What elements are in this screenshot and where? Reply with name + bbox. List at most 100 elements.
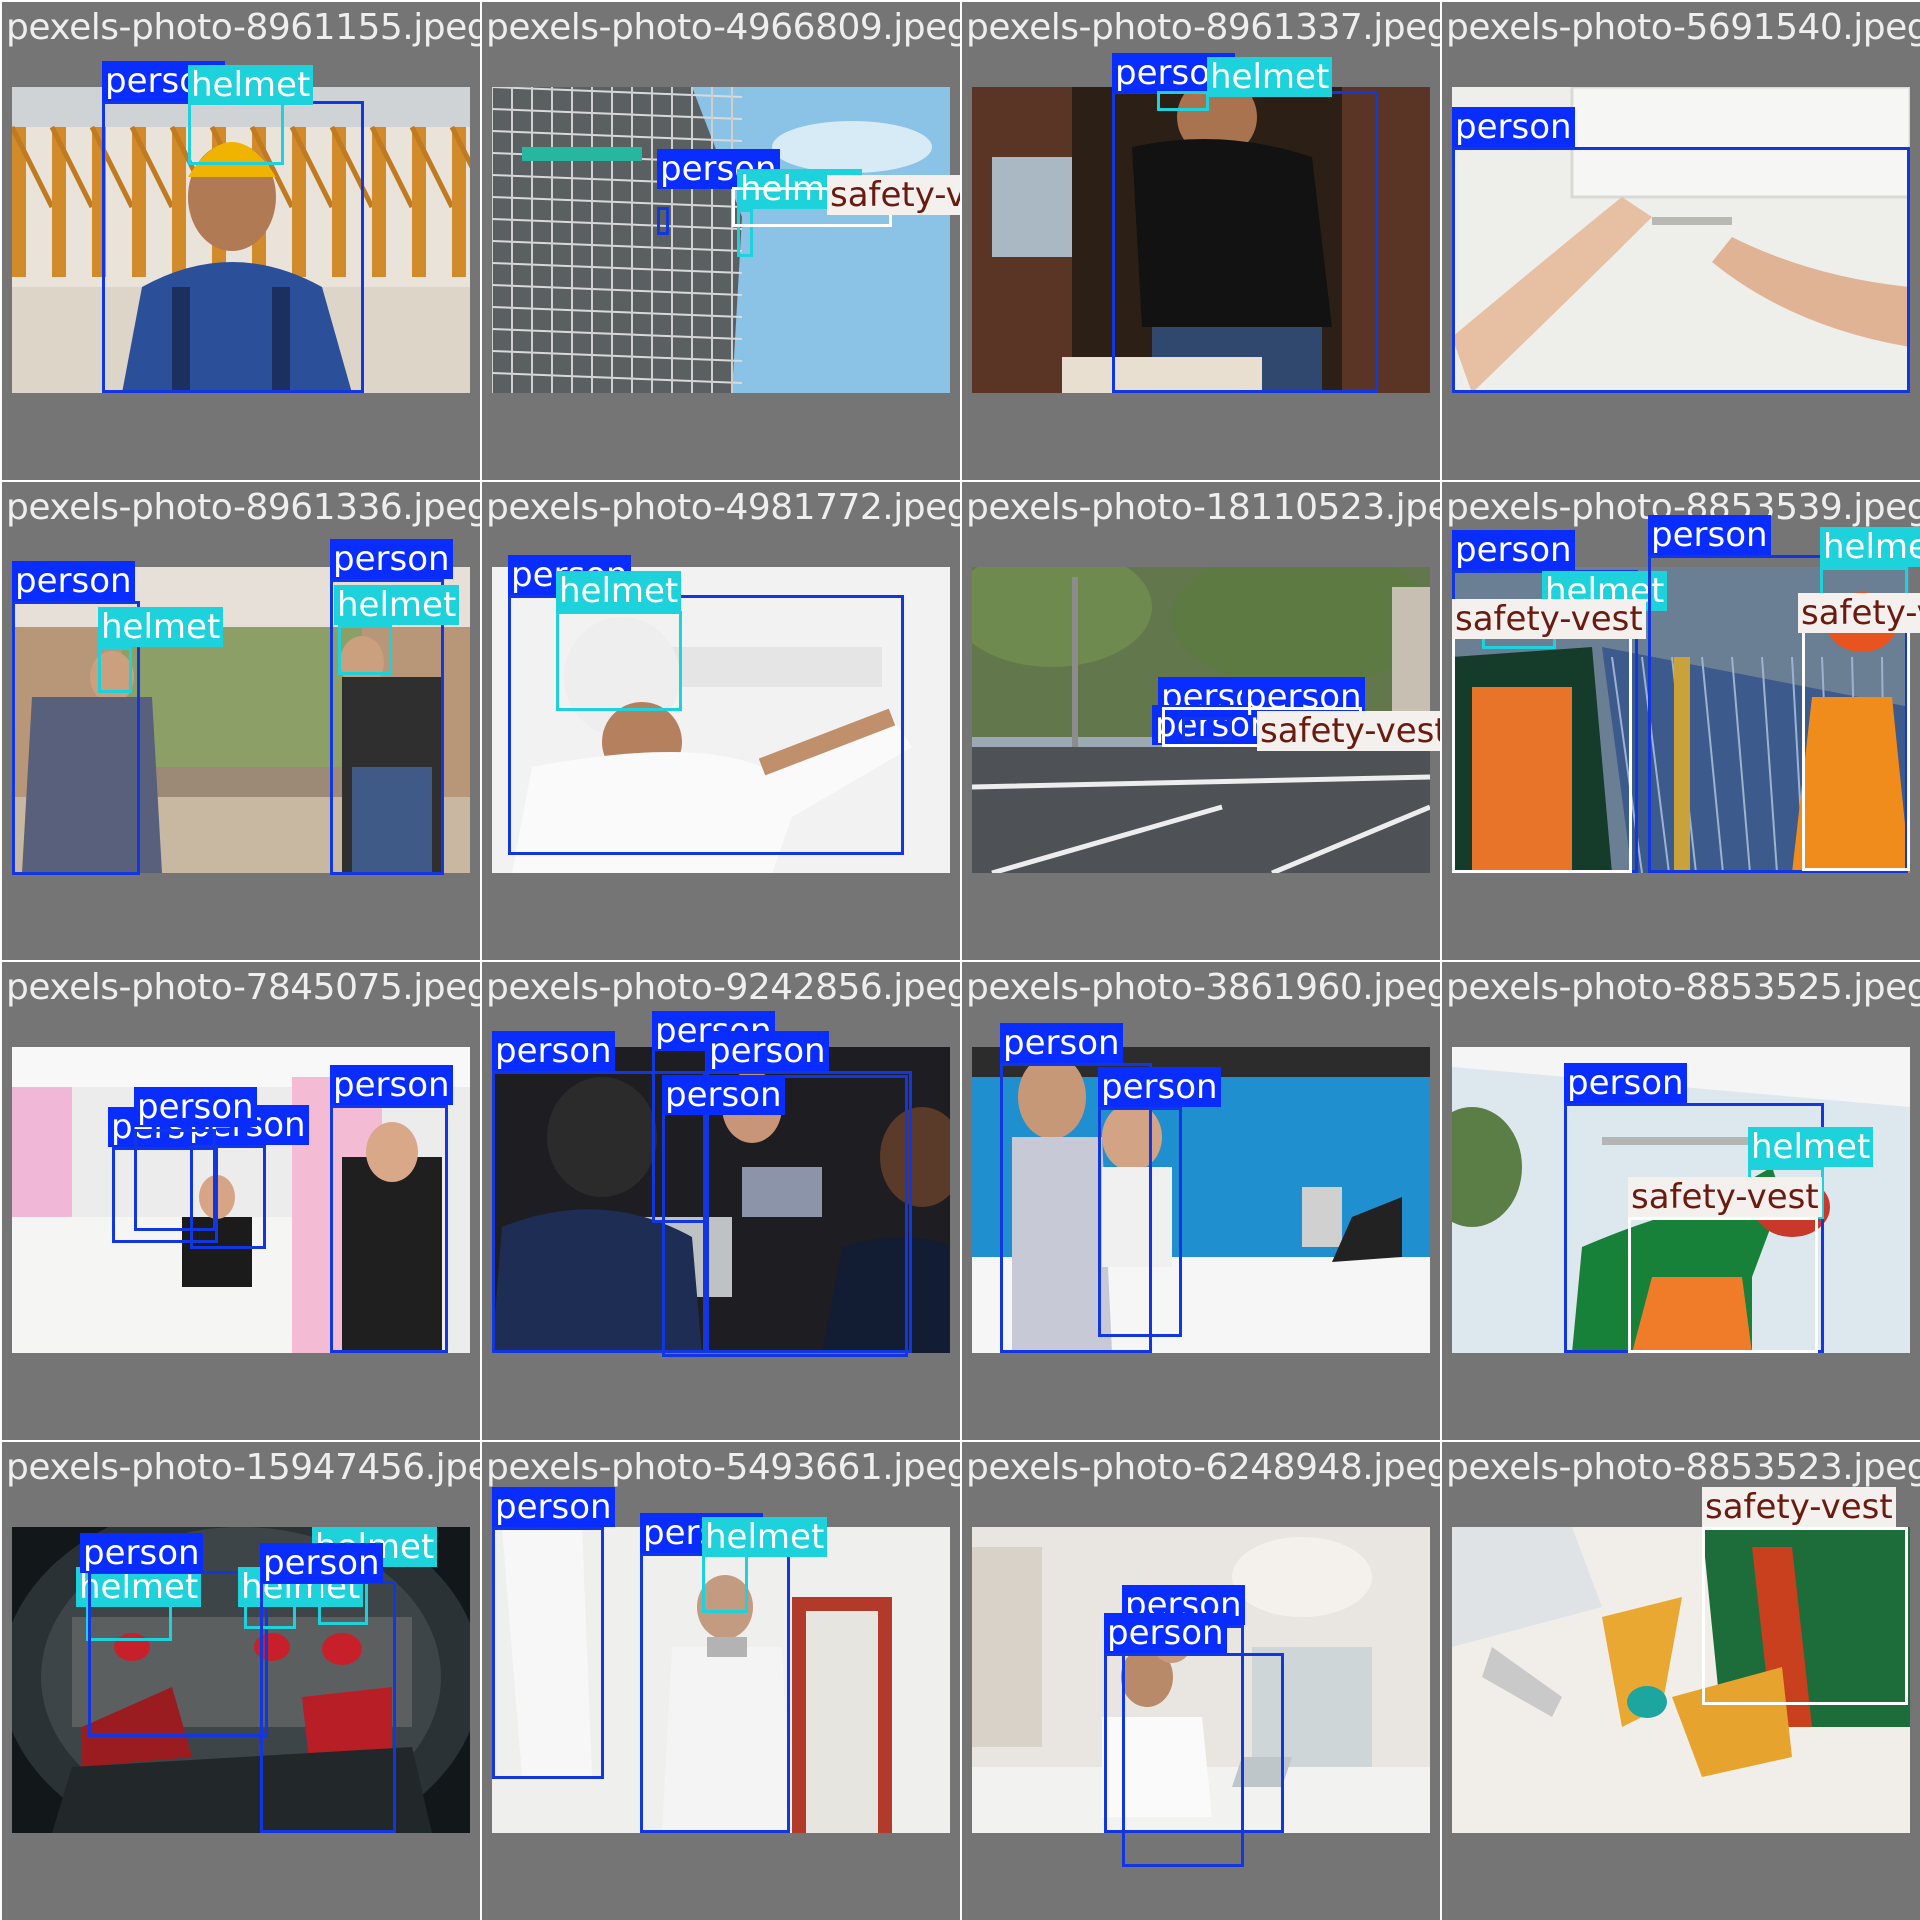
helmet-label: helmet xyxy=(1207,57,1333,97)
person-bounding-box xyxy=(662,1075,908,1357)
helmet-bounding-box xyxy=(702,1553,748,1613)
grid-cell: pexels-photo-4966809.jpeg person helmet sa… xyxy=(482,2,960,480)
grid-cell: pexels-photo-8853539.jpeg person helmet sa… xyxy=(1442,482,1920,960)
grid-cell: pexels-photo-15947456.jpeg helmet person h… xyxy=(2,1442,480,1920)
photo: person person person safety-vest xyxy=(972,567,1440,873)
person-label: person xyxy=(1452,530,1575,570)
helmet-label: helmet xyxy=(1748,1127,1874,1167)
person-label: person xyxy=(492,1487,615,1527)
photo: personpersonhelmet xyxy=(492,1487,950,1833)
person-label: person xyxy=(12,561,135,601)
helmet-label: helmet xyxy=(188,65,314,105)
grid-cell: pexels-photo-18110523.jpeg person person p… xyxy=(962,482,1440,960)
grid-cell: pexels-photo-8961337.jpeg person helmet xyxy=(962,2,1440,480)
photo: personpersonpersonperson xyxy=(492,1011,950,1357)
image-filename: pexels-photo-6248948.jpeg xyxy=(966,1447,1440,1488)
photo: person helmet safety-vest xyxy=(1452,1047,1910,1353)
image-filename: pexels-photo-3861960.jpeg xyxy=(966,967,1440,1008)
photo: personhelmet xyxy=(492,555,950,873)
photo: personhelmetsafety-vest xyxy=(492,87,960,393)
safety-vest-bounding-box xyxy=(1452,607,1632,873)
person-label: person xyxy=(706,1031,829,1071)
person-label: person xyxy=(330,1065,453,1105)
person-bounding-box xyxy=(1112,91,1378,393)
person-bounding-box xyxy=(330,1105,448,1353)
safety-vest-label: safety-vest xyxy=(827,175,960,215)
person-bounding-box xyxy=(1098,1107,1182,1337)
grid-cell: pexels-photo-9242856.jpeg person person pe… xyxy=(482,962,960,1440)
image-filename: pexels-photo-15947456.jpeg xyxy=(6,1447,480,1488)
grid-cell: pexels-photo-8853523.jpeg safety-vest xyxy=(1442,1442,1920,1920)
helmet-bounding-box xyxy=(1157,91,1209,111)
grid-cell: pexels-photo-7845075.jpeg person person pe… xyxy=(2,962,480,1440)
person-label: person xyxy=(662,1075,785,1115)
image-filename: pexels-photo-4966809.jpeg xyxy=(486,7,960,48)
person-bounding-box xyxy=(134,1129,216,1231)
person-label: person xyxy=(330,539,453,579)
person-label: person xyxy=(260,1543,383,1583)
helmet-label: helmet xyxy=(98,607,224,647)
photo: personhelmet xyxy=(972,53,1430,393)
person-bounding-box xyxy=(1104,1653,1284,1833)
person-bounding-box xyxy=(260,1581,396,1833)
safety-vest-bounding-box xyxy=(1802,601,1910,871)
photo: person helmet person helmet xyxy=(12,539,470,875)
photo: helmetpersonhelmethelmetperson xyxy=(12,1527,470,1833)
image-filename: pexels-photo-9242856.jpeg xyxy=(486,967,960,1008)
person-label: person xyxy=(492,1031,615,1071)
image-filename: pexels-photo-8961337.jpeg xyxy=(966,7,1440,48)
image-filename: pexels-photo-8853523.jpeg xyxy=(1446,1447,1920,1488)
person-label: person xyxy=(1000,1023,1123,1063)
grid-cell: pexels-photo-8853525.jpeg person helmet sa… xyxy=(1442,962,1920,1440)
helmet-label: helmet xyxy=(556,571,682,611)
grid-cell: pexels-photo-6248948.jpeg person person xyxy=(962,1442,1440,1920)
safety-vest-bounding-box xyxy=(1628,1217,1818,1353)
image-filename: pexels-photo-8853525.jpeg xyxy=(1446,967,1920,1008)
safety-vest-label: safety-vest xyxy=(1628,1177,1822,1217)
helmet-label: helmet xyxy=(334,585,460,625)
photo: person person xyxy=(972,1023,1430,1353)
image-filename: pexels-photo-4981772.jpeg xyxy=(486,487,960,528)
photo: personpersonpersonperson xyxy=(12,1047,470,1353)
photo: person person xyxy=(972,1527,1430,1867)
image-filename: pexels-photo-8961336.jpeg xyxy=(6,487,480,528)
person-bounding-box xyxy=(1452,147,1910,393)
person-bounding-box xyxy=(657,207,669,235)
person-label: person xyxy=(134,1087,257,1127)
grid-cell: pexels-photo-4981772.jpeg personhelmet xyxy=(482,482,960,960)
photo: person xyxy=(1452,87,1910,393)
image-filename: pexels-photo-18110523.jpeg xyxy=(966,487,1440,528)
grid-cell: pexels-photo-8961155.jpeg person helmet xyxy=(2,2,480,480)
grid-cell: pexels-photo-5691540.jpeg person xyxy=(1442,2,1920,480)
person-bounding-box xyxy=(492,1527,604,1779)
safety-vest-label: safety-vest xyxy=(1257,711,1440,751)
image-filename: pexels-photo-8961155.jpeg xyxy=(6,7,480,48)
photo: safety-vest xyxy=(1452,1487,1910,1833)
person-label: person xyxy=(1098,1067,1221,1107)
photo: personhelmet xyxy=(12,61,470,393)
safety-vest-bounding-box xyxy=(1702,1527,1908,1705)
helmet-label: helmet xyxy=(1820,527,1920,567)
image-filename: pexels-photo-5493661.jpeg xyxy=(486,1447,960,1488)
grid-cell: pexels-photo-8961336.jpeg person helmet pe… xyxy=(2,482,480,960)
mosaic-grid: pexels-photo-8961155.jpeg person helmet pe… xyxy=(0,0,1920,1920)
helmet-bounding-box xyxy=(338,625,392,675)
photo-scene xyxy=(492,87,950,393)
grid-cell: pexels-photo-3861960.jpeg person person xyxy=(962,962,1440,1440)
image-filename: pexels-photo-5691540.jpeg xyxy=(1446,7,1920,48)
image-filename: pexels-photo-7845075.jpeg xyxy=(6,967,480,1008)
person-label: person xyxy=(1564,1063,1687,1103)
photo: personhelmetsafety-vestpersonhelmetsafet… xyxy=(1452,515,1920,873)
person-label: person xyxy=(1452,107,1575,147)
helmet-bounding-box xyxy=(556,611,682,711)
helmet-bounding-box xyxy=(98,647,132,693)
safety-vest-label: safety-vest xyxy=(1798,593,1920,633)
person-label: person xyxy=(1648,515,1771,555)
person-label: person xyxy=(80,1533,203,1573)
helmet-bounding-box xyxy=(188,101,284,165)
person-label: person xyxy=(1104,1613,1227,1653)
grid-cell: pexels-photo-5493661.jpeg personpersonhe… xyxy=(482,1442,960,1920)
safety-vest-label: safety-vest xyxy=(1702,1487,1896,1527)
helmet-label: helmet xyxy=(702,1517,828,1557)
safety-vest-label: safety-vest xyxy=(1452,599,1646,639)
